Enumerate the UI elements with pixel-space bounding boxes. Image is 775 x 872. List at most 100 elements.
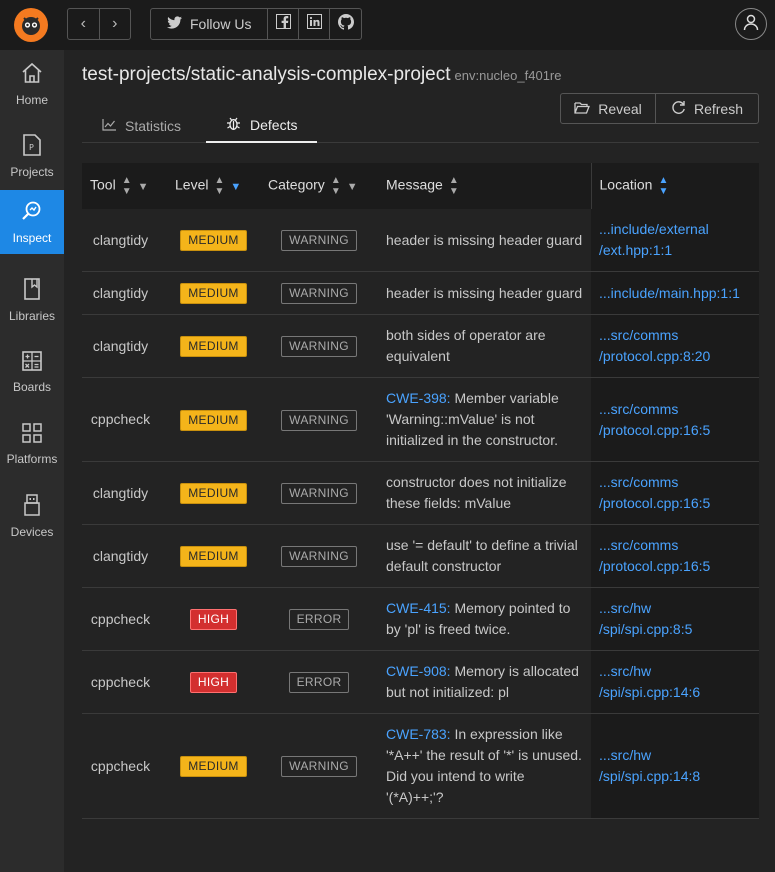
message-cell: CWE-398: Member variable 'Warning::mValu…	[378, 378, 591, 462]
category-cell: WARNING	[260, 525, 378, 588]
column-header-tool[interactable]: Tool ▲ ▼ ▼	[82, 163, 167, 209]
location-link[interactable]: /ext.hpp:1:1	[599, 242, 672, 258]
table-row[interactable]: cppcheck HIGH ERROR CWE-908: Memory is allo…	[82, 650, 759, 714]
location-link[interactable]: /protocol.cpp:16:5	[599, 422, 710, 438]
location-link[interactable]: /protocol.cpp:16:5	[599, 495, 710, 511]
plug-icon	[23, 493, 41, 519]
table-row[interactable]: cppcheck HIGH ERROR CWE-415: Memory pointed…	[82, 587, 759, 651]
chevron-right-icon: ›	[112, 15, 118, 32]
tool-cell: cppcheck	[90, 673, 151, 690]
location-cell[interactable]: ...include/external/ext.hpp:1:1	[591, 209, 759, 272]
tool-cell: cppcheck	[90, 610, 151, 627]
level-cell: HIGH	[167, 588, 260, 651]
sidebar-item-projects[interactable]: P Projects	[0, 124, 64, 188]
location-link[interactable]: ...src/comms	[599, 474, 678, 490]
location-link[interactable]: /spi/spi.cpp:8:5	[599, 621, 692, 637]
location-cell[interactable]: ...src/hw/spi/spi.cpp:8:5	[591, 587, 759, 651]
level-cell: HIGH	[167, 651, 260, 714]
message-cell: use '= default' to define a trivial defa…	[378, 525, 591, 588]
user-icon	[742, 13, 760, 36]
column-header-level[interactable]: Level ▲ ▼ ▼	[167, 163, 260, 209]
location-link[interactable]: /spi/spi.cpp:14:6	[599, 684, 700, 700]
sidebar-item-platforms[interactable]: Platforms	[0, 412, 64, 476]
sidebar-item-inspect[interactable]: Inspect	[0, 190, 64, 254]
level-badge: MEDIUM	[180, 483, 247, 504]
sidebar-item-devices[interactable]: Devices	[0, 484, 64, 548]
cwe-link[interactable]: CWE-908:	[386, 663, 451, 679]
table-row[interactable]: clangtidy MEDIUM WARNING use '= default' to…	[82, 524, 759, 588]
message-cell: CWE-783: In expression like '*A++' the r…	[378, 714, 591, 819]
category-badge: WARNING	[281, 230, 357, 251]
location-link[interactable]: /protocol.cpp:8:20	[599, 348, 710, 364]
location-cell[interactable]: ...src/hw/spi/spi.cpp:14:8	[591, 713, 759, 819]
location-link[interactable]: /spi/spi.cpp:14:8	[599, 768, 700, 784]
location-link[interactable]: ...src/hw	[599, 663, 651, 679]
table-row[interactable]: cppcheck MEDIUM WARNING CWE-783: In express…	[82, 713, 759, 819]
table-row[interactable]: clangtidy MEDIUM WARNING header is missing …	[82, 209, 759, 272]
sidebar: Home P Projects Inspect Libraries Boards…	[0, 50, 64, 872]
category-badge: WARNING	[281, 283, 357, 304]
sidebar-item-boards[interactable]: Boards	[0, 340, 64, 404]
location-link[interactable]: ...src/comms	[599, 327, 678, 343]
table-row[interactable]: clangtidy MEDIUM WARNING both sides of oper…	[82, 314, 759, 378]
table-row[interactable]: clangtidy MEDIUM WARNING constructor does n…	[82, 461, 759, 525]
tab-statistics[interactable]: Statistics	[82, 108, 201, 143]
top-bar: ‹ › Follow Us	[0, 0, 775, 50]
defects-table: Tool ▲ ▼ ▼ Level ▲ ▼ ▼ Category ▲ ▼ ▼ Message ▲ ▼ L…	[82, 163, 759, 819]
filter-icon[interactable]: ▼	[347, 181, 358, 193]
filter-icon[interactable]: ▼	[230, 181, 241, 193]
level-badge: MEDIUM	[180, 230, 247, 251]
location-cell[interactable]: ...src/hw/spi/spi.cpp:14:6	[591, 650, 759, 714]
category-badge: WARNING	[281, 409, 357, 431]
category-badge: ERROR	[288, 672, 350, 693]
location-cell[interactable]: ...src/comms/protocol.cpp:16:5	[591, 524, 759, 588]
location-link[interactable]: ...include/main.hpp:1:1	[599, 285, 740, 301]
location-link[interactable]: ...src/comms	[599, 401, 678, 417]
tool-cell: clangtidy	[92, 484, 149, 501]
location-link[interactable]: ...include/external	[599, 221, 709, 237]
location-cell[interactable]: ...src/comms/protocol.cpp:16:5	[591, 377, 759, 462]
table-row[interactable]: clangtidy MEDIUM WARNING header is missing …	[82, 271, 759, 315]
tool-cell: clangtidy	[92, 284, 149, 301]
book-icon	[23, 277, 41, 303]
sort-icon[interactable]: ▲ ▼	[658, 175, 668, 197]
location-cell[interactable]: ...src/comms/protocol.cpp:16:5	[591, 461, 759, 525]
sidebar-item-home[interactable]: Home	[0, 52, 64, 116]
cwe-link[interactable]: CWE-415:	[386, 600, 451, 616]
cwe-link[interactable]: CWE-783:	[386, 726, 451, 742]
location-link[interactable]: ...src/hw	[599, 600, 651, 616]
sidebar-item-libraries[interactable]: Libraries	[0, 268, 64, 332]
table-row[interactable]: cppcheck MEDIUM WARNING CWE-398: Member var…	[82, 377, 759, 462]
facebook-button[interactable]	[268, 9, 300, 39]
location-link[interactable]: /protocol.cpp:16:5	[599, 558, 710, 574]
location-cell[interactable]: ...src/comms/protocol.cpp:8:20	[591, 314, 759, 378]
cwe-link[interactable]: CWE-398:	[386, 390, 451, 406]
message-cell: CWE-415: Memory pointed to by 'pl' is fr…	[378, 588, 591, 651]
column-header-location[interactable]: Location ▲ ▼	[590, 163, 759, 209]
sort-icon[interactable]: ▲ ▼	[331, 175, 341, 197]
follow-us-button[interactable]: Follow Us	[151, 9, 269, 39]
column-header-message[interactable]: Message ▲ ▼	[378, 163, 591, 209]
platformio-logo[interactable]	[14, 8, 48, 42]
category-cell: WARNING	[260, 378, 378, 462]
tool-cell: cppcheck	[90, 411, 151, 427]
message-text: header is missing header guard	[386, 231, 583, 248]
back-button[interactable]: ‹	[68, 9, 100, 39]
location-cell[interactable]: ...include/main.hpp:1:1	[591, 271, 759, 315]
linkedin-button[interactable]	[299, 9, 331, 39]
sort-icon[interactable]: ▲ ▼	[449, 175, 459, 197]
svg-text:P: P	[29, 143, 34, 152]
forward-button[interactable]: ›	[100, 9, 131, 39]
level-cell: MEDIUM	[167, 525, 260, 588]
location-link[interactable]: ...src/comms	[599, 537, 678, 553]
sort-icon[interactable]: ▲ ▼	[122, 175, 132, 197]
location-link[interactable]: ...src/hw	[599, 747, 651, 763]
category-cell: WARNING	[260, 272, 378, 315]
column-header-category[interactable]: Category ▲ ▼ ▼	[260, 163, 378, 209]
account-button[interactable]	[735, 8, 767, 40]
tab-defects[interactable]: Defects	[206, 108, 318, 143]
sort-icon[interactable]: ▲ ▼	[214, 175, 224, 197]
category-cell: WARNING	[260, 714, 378, 819]
github-button[interactable]	[330, 9, 361, 39]
filter-icon[interactable]: ▼	[138, 181, 149, 193]
